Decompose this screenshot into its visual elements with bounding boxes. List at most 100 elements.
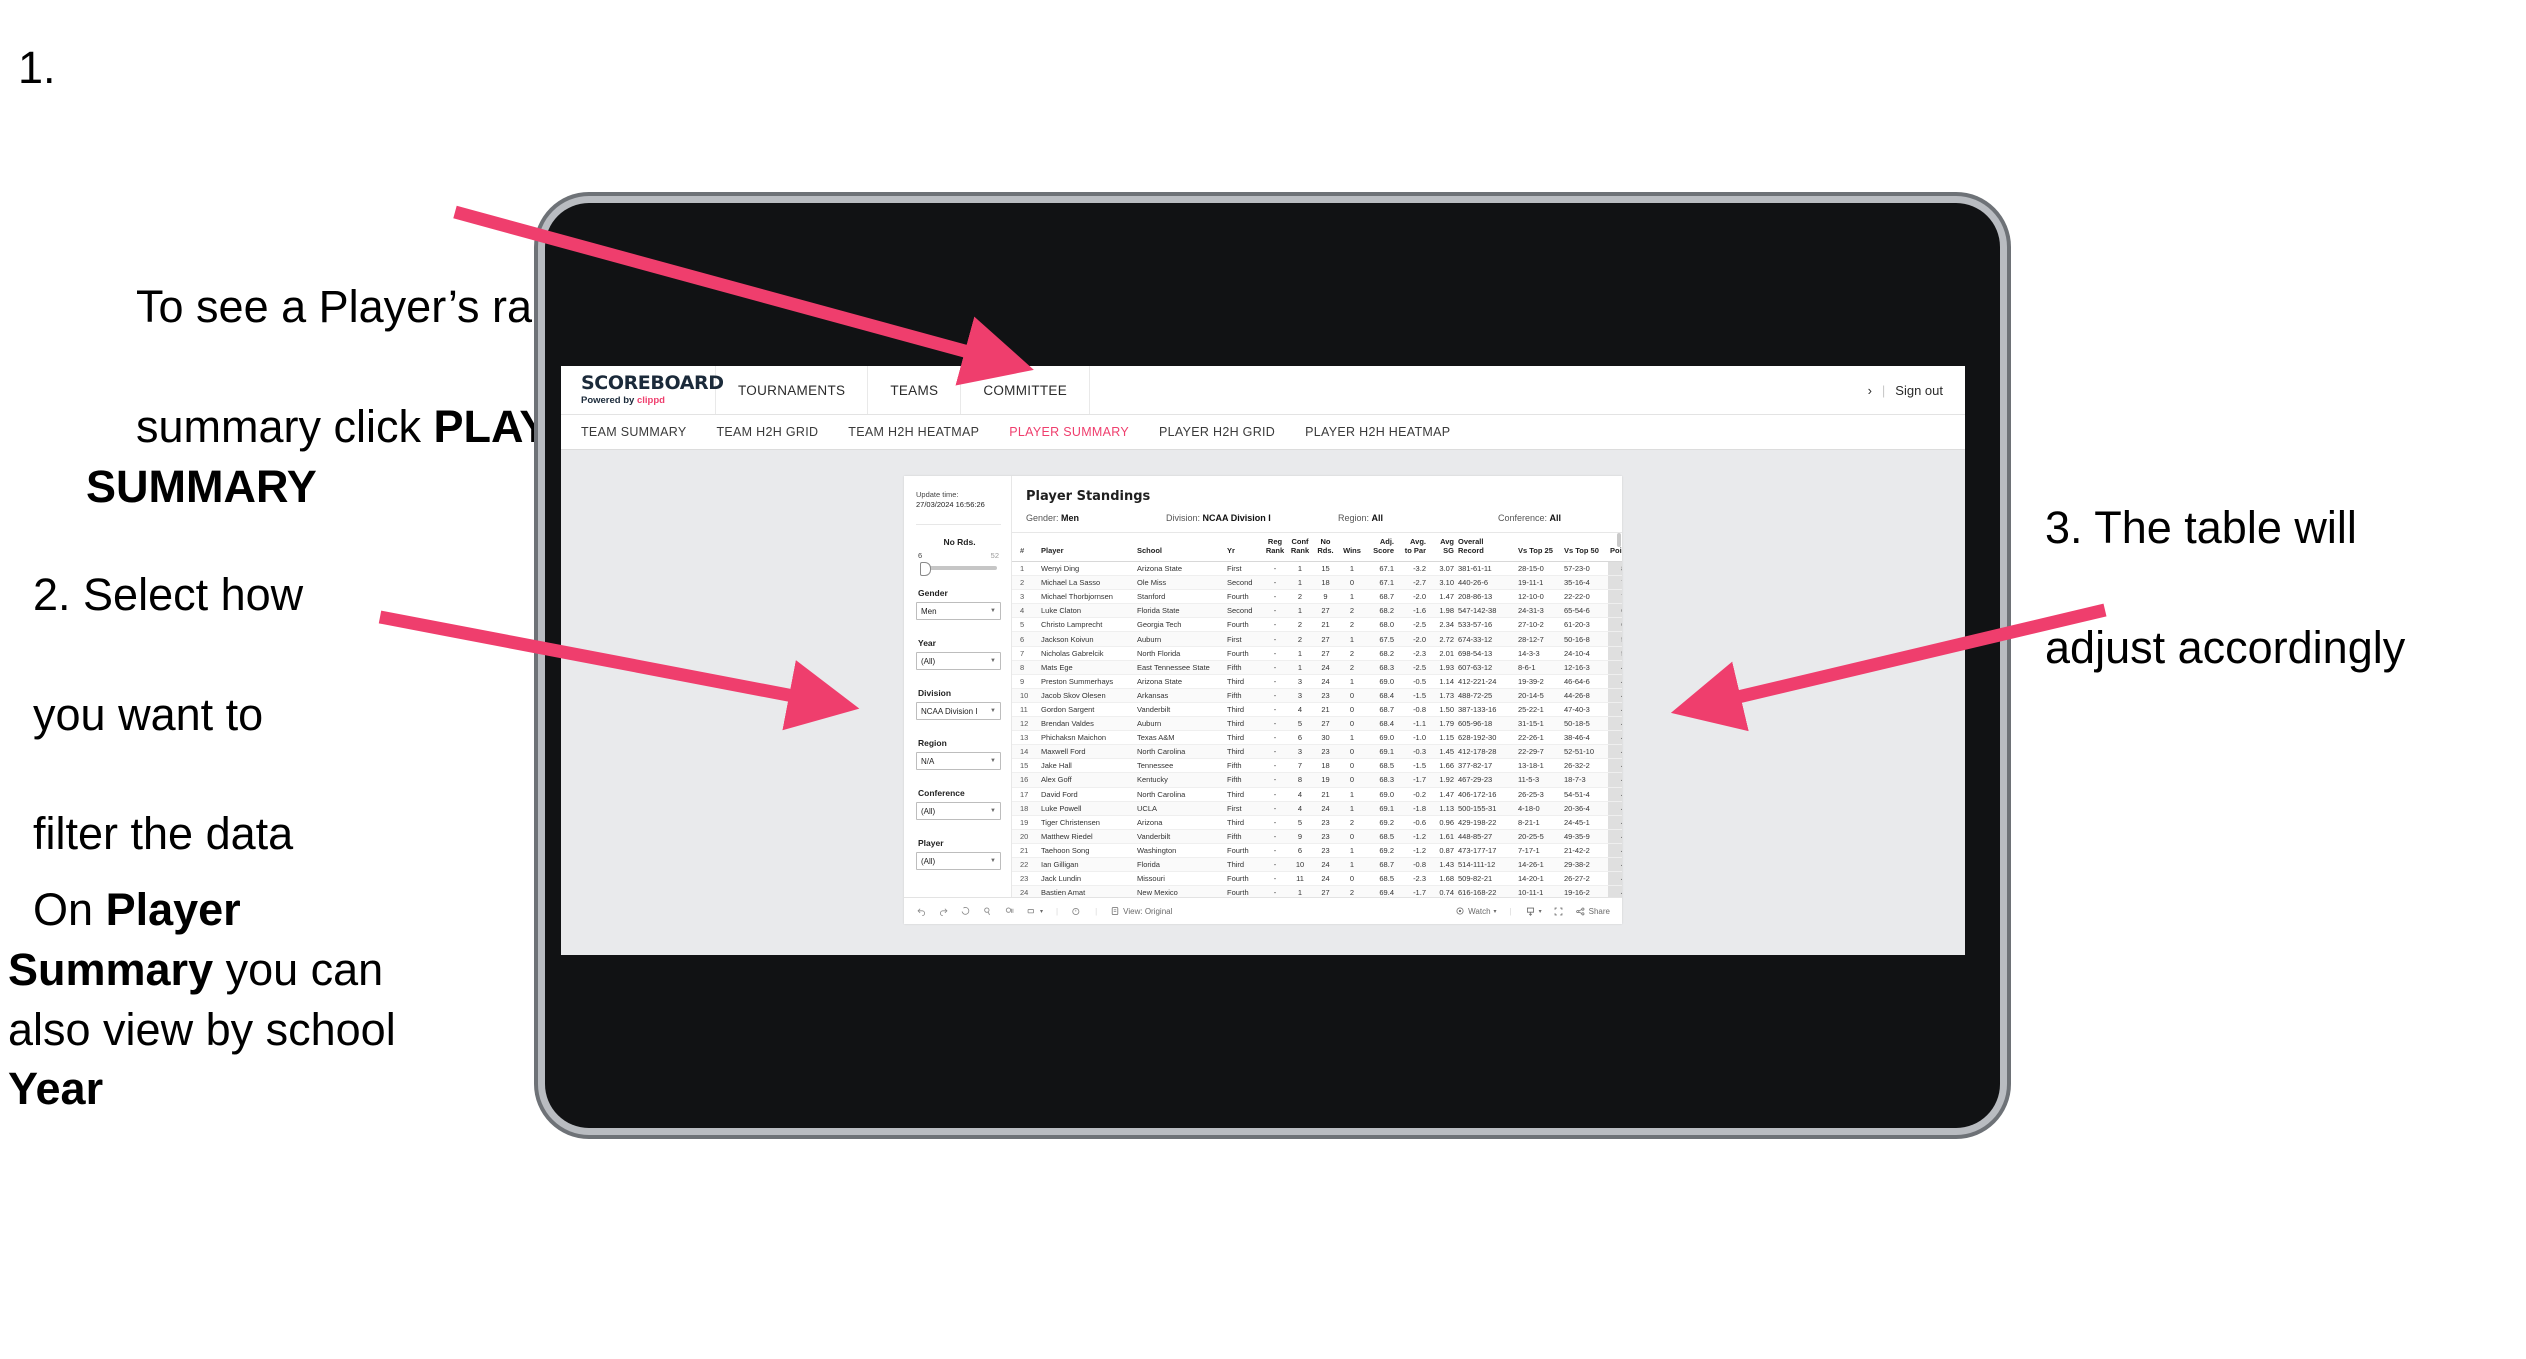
- revert-icon[interactable]: [960, 906, 971, 917]
- table-row[interactable]: 15 Jake Hall Tennessee Fifth -7 18 0 68.5 -1.5 1.…: [1012, 758, 1622, 774]
- cell-cr: 4: [1287, 702, 1313, 718]
- player-label: Player: [918, 838, 944, 849]
- cell-rec: 412-221-24: [1456, 674, 1516, 689]
- nav-item-teams[interactable]: TEAMS: [868, 366, 962, 414]
- table-row[interactable]: 17 David Ford North Carolina Third -4 21 1 69.0…: [1012, 787, 1622, 802]
- cell-w: 2: [1338, 660, 1366, 675]
- col-avg-sg[interactable]: Avg SG: [1428, 533, 1456, 562]
- annotation-2b-bold-year: Year: [8, 1063, 104, 1115]
- cell-school: New Mexico: [1135, 885, 1225, 897]
- cell-pts: 42.75: [1608, 744, 1622, 760]
- col-yr[interactable]: Yr: [1225, 533, 1263, 562]
- table-row[interactable]: 10 Jacob Skov Olesen Arkansas Fifth -3 23 0 68.…: [1012, 688, 1622, 703]
- table-row[interactable]: 3 Michael Thorbjornsen Stanford Fourth -2 9 1 6…: [1012, 589, 1622, 605]
- pause-icon[interactable]: [1004, 906, 1015, 917]
- app-logo[interactable]: SCOREBOARD Powered by clippd: [561, 366, 724, 414]
- redo-icon[interactable]: [938, 906, 949, 917]
- cell-w: 0: [1338, 702, 1366, 718]
- chevron-down-icon: ▾: [1538, 908, 1542, 915]
- fullscreen-icon[interactable]: [1553, 906, 1564, 917]
- col-adj-score[interactable]: Adj. Score: [1366, 533, 1396, 562]
- tab-player-h2h-grid[interactable]: PLAYER H2H GRID: [1159, 425, 1275, 439]
- cell-adj: 68.5: [1366, 758, 1396, 774]
- share-button[interactable]: Share: [1575, 906, 1610, 917]
- table-row[interactable]: 23 Jack Lundin Missouri Fourth -11 24 0 68.5 -2.…: [1012, 871, 1622, 887]
- col-player[interactable]: Player: [1039, 533, 1135, 562]
- download-icon[interactable]: ▾: [1525, 906, 1542, 917]
- table-row[interactable]: 6 Jackson Koivun Auburn First -2 27 1 67.5 -2.0 2…: [1012, 631, 1622, 647]
- custom-view-icon[interactable]: ▾: [1026, 906, 1043, 917]
- tab-team-h2h-grid[interactable]: TEAM H2H GRID: [716, 425, 818, 439]
- col-avg-to-par[interactable]: Avg. to Par: [1396, 533, 1428, 562]
- col-vs-top-25[interactable]: Vs Top 25: [1516, 533, 1562, 562]
- cell-t25: 10-11-1: [1516, 885, 1562, 897]
- col-vs-top-50[interactable]: Vs Top 50: [1562, 533, 1608, 562]
- table-row[interactable]: 21 Taehoon Song Washington Fourth -6 23 1 69.2-…: [1012, 843, 1622, 858]
- table-row[interactable]: 20 Matthew Riedel Vanderbilt Fifth -9 23 0 68.5…: [1012, 829, 1622, 844]
- refresh-icon[interactable]: [982, 906, 993, 917]
- undo-icon[interactable]: [916, 906, 927, 917]
- table-row[interactable]: 1 Wenyi Ding Arizona State First -1 15 1 67.1 -3…: [1012, 561, 1622, 577]
- nav-item-committee[interactable]: COMMITTEE: [961, 366, 1091, 414]
- table-row[interactable]: 9 Preston Summerhays Arizona State Third -3 2…: [1012, 674, 1622, 689]
- tab-team-h2h-heatmap[interactable]: TEAM H2H HEATMAP: [848, 425, 979, 439]
- table-row[interactable]: 5 Christo Lamprecht Georgia Tech Fourth -2 21…: [1012, 617, 1622, 633]
- watch-button[interactable]: Watch ▾: [1455, 906, 1497, 916]
- logo-subtitle-pre: Powered by: [581, 395, 637, 406]
- watch-label: Watch: [1468, 906, 1491, 916]
- tab-player-h2h-heatmap[interactable]: PLAYER H2H HEATMAP: [1305, 425, 1450, 439]
- conference-select[interactable]: (All) ▼: [916, 802, 1001, 821]
- col-reg-rank[interactable]: Reg Rank: [1263, 533, 1287, 562]
- tab-team-summary[interactable]: TEAM SUMMARY: [581, 425, 686, 439]
- cell-rr: -: [1263, 843, 1287, 858]
- vertical-scrollbar-thumb[interactable]: [1617, 533, 1621, 547]
- cell-t50: 46-64-6: [1562, 674, 1608, 689]
- table-row[interactable]: 12 Brendan Valdes Auburn Third -5 27 0 68.4 -1.1…: [1012, 716, 1622, 732]
- table-row[interactable]: 11 Gordon Sargent Vanderbilt Third -4 21 0 68.7…: [1012, 702, 1622, 718]
- table-row[interactable]: 13 Phichaksn Maichon Texas A&M Third -6 30 1 69…: [1012, 730, 1622, 746]
- cell-player: Bastien Amat: [1039, 885, 1135, 897]
- cell-sg: 1.66: [1428, 758, 1456, 774]
- player-select[interactable]: (All) ▼: [916, 852, 1001, 871]
- no-rounds-slider[interactable]: [920, 562, 997, 577]
- table-row[interactable]: 14 Maxwell Ford North Carolina Third -3 23 0 69…: [1012, 744, 1622, 760]
- division-select[interactable]: NCAA Division I ▼: [916, 702, 1001, 721]
- timer-icon[interactable]: [1071, 906, 1082, 917]
- nav-item-tournaments[interactable]: TOURNAMENTS: [716, 366, 869, 414]
- year-select[interactable]: (All) ▼: [916, 652, 1001, 671]
- viz-body: Update time: 27/03/2024 16:56:26 No Rds.…: [904, 476, 1622, 897]
- col-rank[interactable]: #: [1012, 533, 1039, 562]
- table-row[interactable]: 18 Luke Powell UCLA First -4 24 1 69.1 -1.8 1.13 5…: [1012, 801, 1622, 816]
- cell-nr: 24: [1313, 871, 1338, 887]
- table-row[interactable]: 16 Alex Goff Kentucky Fifth -8 19 0 68.3 -1.7 1.9…: [1012, 772, 1622, 788]
- col-conf-rank[interactable]: Conf Rank: [1287, 533, 1313, 562]
- cell-nr: 24: [1313, 660, 1338, 675]
- table-row[interactable]: 7 Nicholas Gabrelcik North Florida Fourth -1…: [1012, 646, 1622, 661]
- cell-num: 1: [1012, 561, 1039, 577]
- tab-player-summary[interactable]: PLAYER SUMMARY: [1009, 425, 1129, 439]
- user-account-icon[interactable]: ›: [1868, 383, 1872, 398]
- table-row[interactable]: 19 Tiger Christensen Arizona Third -5 23 2 69.2…: [1012, 815, 1622, 830]
- col-overall-record[interactable]: Overall Record: [1456, 533, 1516, 562]
- col-no-rds[interactable]: No Rds.: [1313, 533, 1338, 562]
- annotation-1-number: 1.: [18, 42, 56, 93]
- col-wins[interactable]: Wins: [1338, 533, 1366, 562]
- cell-school: Tennessee: [1135, 758, 1225, 774]
- table-row[interactable]: 8 Mats Ege East Tennessee State Fifth -1 24 2 6…: [1012, 660, 1622, 675]
- sign-out-link[interactable]: Sign out: [1895, 383, 1943, 398]
- table-row[interactable]: 2 Michael La Sasso Ole Miss Second -1 18 0 67.1…: [1012, 575, 1622, 591]
- no-rounds-slider-handle[interactable]: [920, 562, 931, 577]
- view-original-button[interactable]: View: Original: [1110, 906, 1172, 916]
- cell-w: 1: [1338, 857, 1366, 873]
- table-row[interactable]: 24 Bastien Amat New Mexico Fourth -1 27 2 69.4-…: [1012, 885, 1622, 897]
- col-school[interactable]: School: [1135, 533, 1225, 562]
- table-row[interactable]: 4 Luke Claton Florida State Second -1 27 2 68.2…: [1012, 603, 1622, 619]
- region-select[interactable]: N/A ▼: [916, 752, 1001, 771]
- cell-t50: 65-54-6: [1562, 603, 1608, 619]
- cell-sg: 1.93: [1428, 660, 1456, 675]
- table-row[interactable]: 22 Ian Gilligan Florida Third -10 24 1 68.7 -0.8…: [1012, 857, 1622, 873]
- cell-adj: 69.0: [1366, 787, 1396, 802]
- gender-select[interactable]: Men ▼: [916, 602, 1001, 621]
- cell-num: 18: [1012, 801, 1039, 816]
- cell-pts: 88.22: [1608, 561, 1622, 577]
